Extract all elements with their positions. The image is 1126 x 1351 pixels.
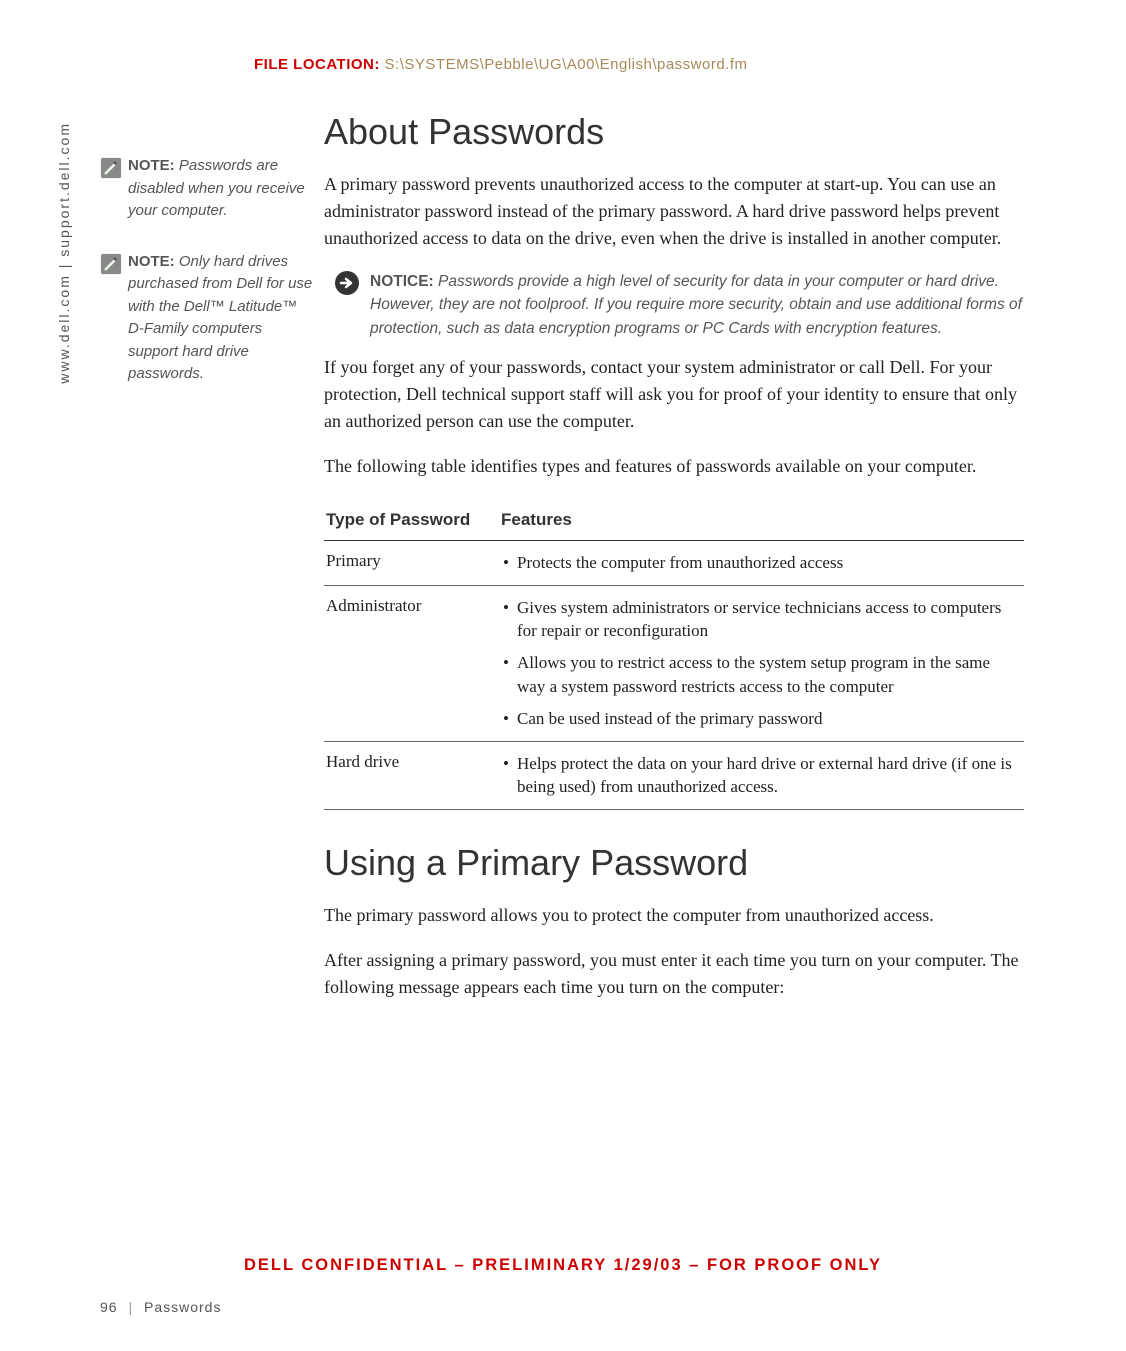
paragraph: The primary password allows you to prote…: [324, 902, 1024, 929]
note-block: NOTE: Passwords are disabled when you re…: [100, 155, 315, 223]
notice-text: NOTICE: Passwords provide a high level o…: [370, 270, 1024, 340]
table-cell-type: Hard drive: [324, 741, 499, 810]
feature-item: Protects the computer from unauthorized …: [501, 551, 1016, 575]
table-cell-features: Protects the computer from unauthorized …: [499, 540, 1024, 585]
note-pencil-icon: [100, 157, 122, 179]
paragraph: A primary password prevents unauthorized…: [324, 171, 1024, 252]
paragraph: If you forget any of your passwords, con…: [324, 354, 1024, 435]
page-footer: 96 | Passwords: [100, 1299, 221, 1315]
feature-item: Allows you to restrict access to the sys…: [501, 651, 1016, 699]
notice-arrow-icon: [334, 270, 360, 296]
sidebar-notes: NOTE: Passwords are disabled when you re…: [100, 155, 315, 414]
feature-item: Gives system administrators or service t…: [501, 596, 1016, 644]
table-header-features: Features: [499, 500, 1024, 541]
file-location-header: FILE LOCATION: S:\SYSTEMS\Pebble\UG\A00\…: [254, 56, 1062, 73]
notice-body: Passwords provide a high level of securi…: [370, 273, 1022, 337]
table-header-type: Type of Password: [324, 500, 499, 541]
table-row: Administrator Gives system administrator…: [324, 585, 1024, 741]
vertical-url: www.dell.com | support.dell.com: [56, 122, 72, 384]
notice-block: NOTICE: Passwords provide a high level o…: [334, 270, 1024, 340]
table-cell-features: Gives system administrators or service t…: [499, 585, 1024, 741]
file-location-path: S:\SYSTEMS\Pebble\UG\A00\English\passwor…: [385, 56, 748, 73]
note-label: NOTE:: [128, 157, 175, 174]
paragraph: After assigning a primary password, you …: [324, 947, 1024, 1001]
main-content: About Passwords A primary password preve…: [324, 111, 1024, 1001]
paragraph: The following table identifies types and…: [324, 453, 1024, 480]
feature-item: Helps protect the data on your hard driv…: [501, 752, 1016, 800]
note-text: NOTE: Only hard drives purchased from De…: [128, 251, 315, 386]
note-text: NOTE: Passwords are disabled when you re…: [128, 155, 315, 223]
note-pencil-icon: [100, 253, 122, 275]
footer-section: Passwords: [144, 1299, 221, 1315]
confidential-banner: DELL CONFIDENTIAL – PRELIMINARY 1/29/03 …: [64, 1256, 1062, 1275]
table-cell-features: Helps protect the data on your hard driv…: [499, 741, 1024, 810]
note-label: NOTE:: [128, 253, 175, 270]
heading-about-passwords: About Passwords: [324, 111, 1024, 153]
notice-label: NOTICE:: [370, 273, 434, 290]
feature-item: Can be used instead of the primary passw…: [501, 707, 1016, 731]
table-cell-type: Administrator: [324, 585, 499, 741]
password-types-table: Type of Password Features Primary Protec…: [324, 500, 1024, 810]
table-cell-type: Primary: [324, 540, 499, 585]
file-location-label: FILE LOCATION:: [254, 56, 380, 73]
table-row: Hard drive Helps protect the data on you…: [324, 741, 1024, 810]
footer-separator: |: [128, 1299, 133, 1315]
note-block: NOTE: Only hard drives purchased from De…: [100, 251, 315, 386]
table-row: Primary Protects the computer from unaut…: [324, 540, 1024, 585]
note-body: Only hard drives purchased from Dell for…: [128, 253, 312, 383]
page-number: 96: [100, 1299, 118, 1315]
heading-primary-password: Using a Primary Password: [324, 842, 1024, 884]
